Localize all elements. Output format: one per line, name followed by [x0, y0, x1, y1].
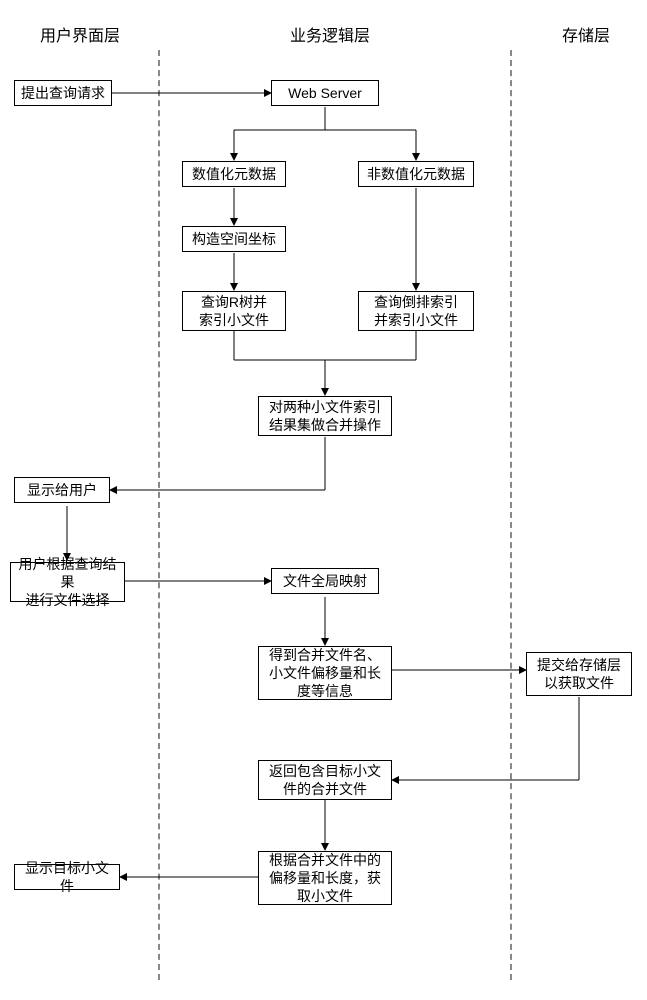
node-submit-query: 提出查询请求 — [14, 80, 112, 106]
diagram-canvas: 用户界面层 业务逻辑层 存储层 — [0, 0, 647, 1000]
lane-divider-right — [510, 50, 512, 980]
node-user-select: 用户根据查询结果 进行文件选择 — [10, 562, 125, 602]
node-submit-storage: 提交给存储层 以获取文件 — [526, 652, 632, 696]
node-rtree-index: 查询R树并 索引小文件 — [182, 291, 286, 331]
node-build-coords: 构造空间坐标 — [182, 226, 286, 252]
lane-divider-left — [158, 50, 160, 980]
node-web-server: Web Server — [271, 80, 379, 106]
node-inverted-index: 查询倒排索引 并索引小文件 — [358, 291, 474, 331]
node-return-merged: 返回包含目标小文 件的合并文件 — [258, 760, 392, 800]
node-numeric-meta: 数值化元数据 — [182, 161, 286, 187]
node-merge-results: 对两种小文件索引 结果集做合并操作 — [258, 396, 392, 436]
node-global-map: 文件全局映射 — [271, 568, 379, 594]
lane-title-storage: 存储层 — [562, 22, 610, 46]
node-nonnumeric-meta: 非数值化元数据 — [358, 161, 474, 187]
node-show-user: 显示给用户 — [14, 477, 110, 503]
node-show-target: 显示目标小文件 — [14, 864, 120, 890]
node-extract-small: 根据合并文件中的 偏移量和长度，获 取小文件 — [258, 851, 392, 905]
lane-title-ui: 用户界面层 — [40, 22, 120, 46]
lane-title-logic: 业务逻辑层 — [290, 22, 370, 46]
node-get-info: 得到合并文件名、 小文件偏移量和长 度等信息 — [258, 646, 392, 700]
